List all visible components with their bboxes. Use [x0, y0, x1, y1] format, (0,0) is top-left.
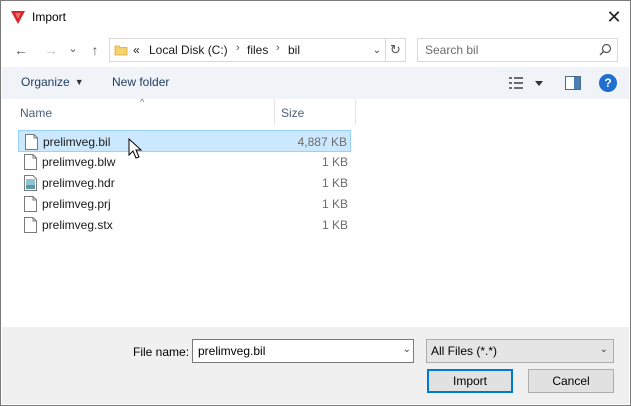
file-size: 4,887 KB	[297, 135, 347, 149]
file-size: 1 KB	[321, 197, 348, 211]
preview-pane-icon[interactable]	[565, 76, 581, 90]
column-header-name-label: Name	[20, 106, 53, 120]
arrow-left-icon: ←	[14, 42, 28, 58]
file-name-field[interactable]: prelimveg.bil ⌄	[192, 339, 414, 363]
import-button[interactable]: Import	[427, 369, 513, 393]
column-header-name[interactable]: Name	[20, 99, 274, 125]
arrow-up-icon: ↑	[91, 42, 99, 58]
column-divider[interactable]	[355, 99, 356, 125]
file-name-label: File name:	[133, 345, 190, 359]
column-header-size[interactable]: Size	[281, 99, 357, 125]
file-row[interactable]: prelimveg.bil 4,887 KB	[18, 130, 351, 152]
file-name: prelimveg.prj	[42, 197, 111, 211]
file-name: prelimveg.blw	[42, 155, 116, 169]
change-view-icon[interactable]	[509, 76, 545, 90]
back-button[interactable]: ←	[11, 40, 31, 60]
app-red-triangle-icon	[11, 11, 25, 24]
title-bar: Import ✕	[1, 1, 630, 33]
chevron-down-icon[interactable]: ⌄	[403, 344, 411, 355]
search-box[interactable]	[417, 38, 618, 62]
folder-icon	[114, 45, 128, 56]
chevron-down-icon: ⌄	[599, 344, 608, 355]
help-button[interactable]: ?	[599, 74, 617, 92]
blank-file-icon	[25, 134, 38, 150]
breadcrumb-item-files[interactable]: files	[247, 43, 268, 57]
column-divider[interactable]	[274, 99, 275, 125]
file-type-value: All Files (*.*)	[431, 344, 498, 358]
new-folder-label: New folder	[112, 75, 170, 89]
file-name: prelimveg.stx	[42, 218, 113, 232]
blank-file-icon	[24, 154, 37, 170]
blank-file-icon	[24, 196, 37, 212]
address-bar[interactable]: « Local Disk (C:) › files › bil ⌄	[109, 38, 386, 62]
organize-button[interactable]: Organize ▼	[21, 75, 84, 89]
file-list: ^ Name Size prelimveg.bil 4,887 KB preli…	[2, 97, 629, 327]
bottom-panel: File name: prelimveg.bil ⌄ All Files (*.…	[2, 327, 629, 404]
file-row[interactable]: prelimveg.hdr 1 KB	[18, 172, 351, 194]
column-header-size-label: Size	[281, 106, 305, 120]
breadcrumb-separator[interactable]: ›	[276, 42, 280, 54]
breadcrumb-item-bil[interactable]: bil	[288, 43, 300, 57]
search-input[interactable]	[418, 39, 598, 61]
file-size: 1 KB	[321, 155, 348, 169]
breadcrumb-item-local-disk[interactable]: Local Disk (C:)	[149, 43, 228, 57]
recent-locations-button[interactable]: ⌄	[63, 38, 83, 58]
up-button[interactable]: ↑	[85, 40, 105, 60]
address-dropdown-button[interactable]: ⌄	[368, 39, 386, 61]
file-row[interactable]: prelimveg.blw 1 KB	[18, 151, 351, 173]
import-dialog: Import ✕ ← → ⌄ ↑ « Local Disk (C:) › fil…	[0, 0, 631, 406]
close-button[interactable]: ✕	[598, 1, 630, 33]
caret-down-icon: ▼	[74, 77, 84, 87]
cancel-button[interactable]: Cancel	[528, 369, 614, 393]
image-file-icon	[24, 175, 37, 191]
chevron-down-icon: ⌄	[372, 44, 382, 56]
refresh-icon: ↻	[390, 42, 401, 57]
file-name-value[interactable]: prelimveg.bil	[198, 344, 265, 358]
new-folder-button[interactable]: New folder	[112, 75, 169, 89]
breadcrumb-overflow[interactable]: «	[133, 43, 140, 57]
command-bar: Organize ▼ New folder ?	[2, 67, 629, 99]
file-type-select[interactable]: All Files (*.*) ⌄	[426, 339, 614, 363]
file-size: 1 KB	[321, 176, 348, 190]
file-size: 1 KB	[321, 218, 348, 232]
file-name: prelimveg.hdr	[42, 176, 115, 190]
file-row[interactable]: prelimveg.stx 1 KB	[18, 214, 351, 236]
mouse-cursor-icon	[128, 138, 143, 159]
breadcrumb-separator[interactable]: ›	[236, 42, 240, 54]
cancel-button-label: Cancel	[552, 374, 590, 388]
file-row[interactable]: prelimveg.prj 1 KB	[18, 193, 351, 215]
search-icon	[599, 43, 612, 56]
file-name: prelimveg.bil	[43, 135, 111, 149]
close-icon: ✕	[606, 6, 622, 27]
refresh-button[interactable]: ↻	[386, 38, 406, 62]
help-icon: ?	[604, 76, 612, 90]
import-button-label: Import	[452, 374, 487, 388]
chevron-down-icon: ⌄	[68, 42, 78, 55]
arrow-right-icon: →	[44, 42, 58, 58]
forward-button[interactable]: →	[41, 40, 61, 60]
window-title: Import	[32, 10, 67, 24]
blank-file-icon	[24, 217, 37, 233]
navigation-bar: ← → ⌄ ↑ « Local Disk (C:) › files › bil …	[1, 33, 630, 67]
organize-label: Organize	[21, 75, 70, 89]
